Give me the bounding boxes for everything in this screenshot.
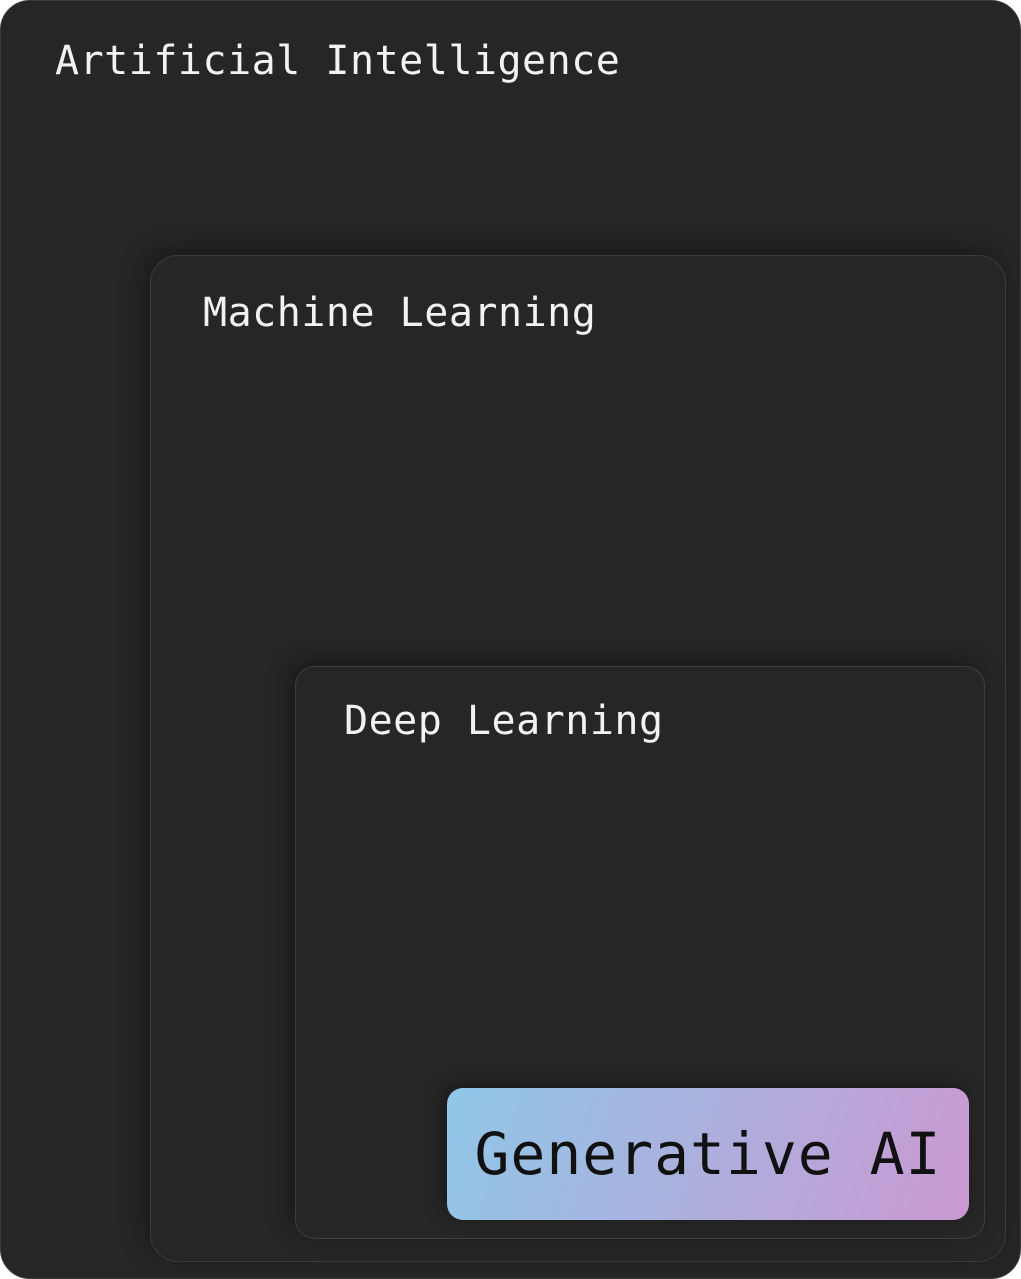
nested-ai-diagram: Artificial Intelligence Machine Learning… bbox=[0, 0, 1021, 1279]
deep-learning-label: Deep Learning bbox=[344, 698, 664, 744]
generative-ai-label: Generative AI bbox=[474, 1120, 942, 1188]
generative-ai-box: Generative AI bbox=[447, 1088, 969, 1220]
artificial-intelligence-label: Artificial Intelligence bbox=[55, 38, 621, 84]
machine-learning-label: Machine Learning bbox=[203, 290, 597, 336]
